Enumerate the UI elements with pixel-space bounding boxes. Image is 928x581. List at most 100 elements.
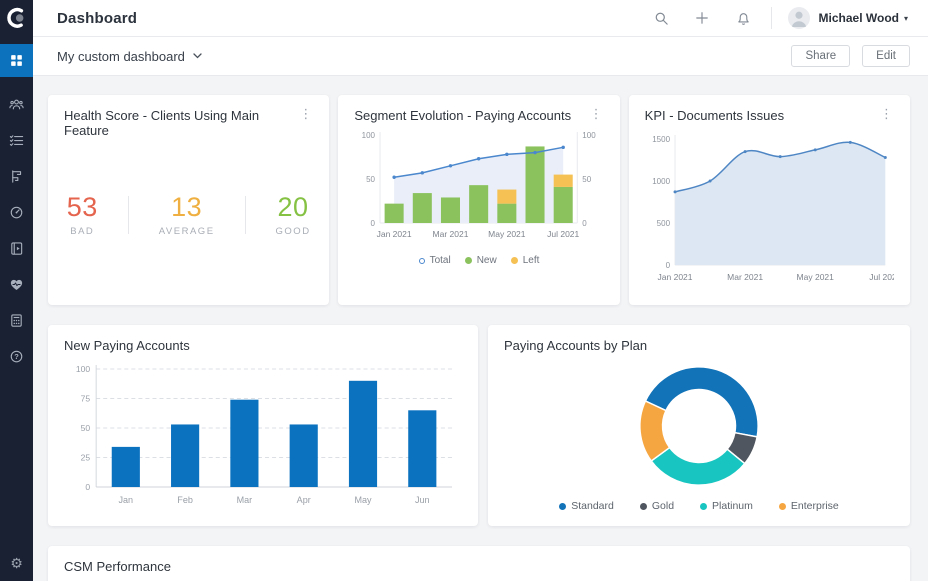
- share-button[interactable]: Share: [791, 45, 851, 67]
- card-csm-performance: CSM Performance: [48, 546, 910, 581]
- metric-bad: 53 BAD: [67, 192, 98, 237]
- dashboard-grid-icon: [11, 55, 22, 66]
- metric-average: 13 AVERAGE: [159, 192, 215, 237]
- sidebar-item-help[interactable]: ?: [9, 349, 24, 364]
- legend-marker: [510, 257, 518, 264]
- card-kpi-documents: KPI - Documents Issues ⋮ 0 500 1000 1500 Jan…: [628, 95, 910, 305]
- svg-text:0: 0: [85, 482, 90, 492]
- svg-text:Jul 2021: Jul 2021: [547, 229, 579, 239]
- svg-text:?: ?: [14, 352, 19, 361]
- metric-value: 13: [171, 192, 203, 222]
- avatar[interactable]: [787, 7, 810, 29]
- metric-value: 53: [66, 192, 98, 222]
- legend-item-gold[interactable]: Gold: [639, 500, 675, 512]
- sidebar-item-health[interactable]: [9, 277, 24, 292]
- legend-marker: [700, 502, 708, 510]
- card-paying-accounts-by-plan: Paying Accounts by Plan Standard Gold Pl…: [488, 325, 910, 526]
- avatar-person-icon: [791, 11, 806, 27]
- legend-item-platinum[interactable]: Platinum: [700, 500, 753, 512]
- bell-icon: [737, 12, 749, 25]
- legend-item-new[interactable]: New: [464, 255, 497, 266]
- user-menu[interactable]: Michael Wood: [819, 11, 899, 25]
- calculator-icon: [11, 314, 22, 327]
- divider: [244, 195, 246, 234]
- svg-text:75: 75: [81, 394, 91, 404]
- kpi-documents-chart: 0 500 1000 1500 Jan 2021 Mar 2021 May 2021 Jul …: [652, 135, 901, 282]
- svg-text:0: 0: [371, 219, 376, 228]
- legend-marker: [778, 502, 786, 510]
- header-divider: [770, 7, 772, 29]
- plans-donut-chart: [639, 366, 759, 486]
- svg-text:Apr: Apr: [297, 495, 311, 505]
- metric-label: BAD: [70, 226, 95, 237]
- playbook-icon: [11, 242, 23, 255]
- sidebar-item-tasks[interactable]: [9, 133, 24, 148]
- edit-button[interactable]: Edit: [862, 45, 910, 67]
- divider: [127, 195, 129, 234]
- svg-text:Jul 2021: Jul 2021: [869, 272, 894, 282]
- add-button[interactable]: [695, 11, 710, 26]
- legend-marker: [464, 257, 472, 264]
- page-title: Dashboard: [57, 9, 138, 27]
- legend-item-enterprise[interactable]: Enterprise: [778, 500, 839, 512]
- svg-text:Mar 2021: Mar 2021: [433, 229, 469, 239]
- svg-text:1000: 1000: [652, 177, 670, 186]
- legend-item-left[interactable]: Left: [510, 255, 540, 266]
- help-icon: ?: [10, 350, 23, 363]
- search-button[interactable]: [654, 11, 669, 26]
- svg-text:0: 0: [583, 219, 588, 228]
- svg-text:100: 100: [76, 364, 91, 374]
- kebab-menu-icon[interactable]: ⋮: [585, 108, 608, 121]
- app-logo[interactable]: [0, 0, 33, 36]
- svg-text:50: 50: [81, 423, 91, 433]
- legend-marker: [418, 257, 425, 264]
- legend-item-standard[interactable]: Standard: [559, 500, 614, 512]
- kebab-menu-icon[interactable]: ⋮: [875, 108, 898, 121]
- sidebar-item-goals[interactable]: [9, 205, 24, 220]
- chart-legend: Total New Left: [354, 255, 603, 266]
- svg-text:100: 100: [583, 131, 597, 140]
- logo-icon: [6, 7, 23, 28]
- svg-text:100: 100: [362, 131, 376, 140]
- sidebar-item-customers[interactable]: [9, 97, 24, 112]
- app-header: Dashboard Michael Wood ▾: [33, 0, 928, 37]
- new-paying-accounts-chart: 0 25 50 75 100 Jan Feb Mar Apr May Jun: [76, 364, 452, 505]
- svg-text:Mar 2021: Mar 2021: [727, 272, 763, 282]
- svg-text:Mar: Mar: [237, 495, 253, 505]
- user-caret-icon[interactable]: ▾: [904, 14, 908, 23]
- sidebar-item-playbooks[interactable]: [9, 241, 24, 256]
- legend-marker: [559, 502, 567, 510]
- legend-label: Standard: [571, 500, 614, 512]
- svg-text:Jan 2021: Jan 2021: [657, 272, 692, 282]
- plus-icon: [696, 12, 708, 24]
- settings-gear-icon: ⚙: [10, 555, 23, 572]
- dashboard-selector[interactable]: My custom dashboard: [57, 49, 202, 64]
- dashboard-toolbar: My custom dashboard Share Edit: [33, 37, 928, 76]
- svg-text:Jan 2021: Jan 2021: [377, 229, 412, 239]
- sidebar-item-settings[interactable]: ⚙: [9, 556, 24, 571]
- card-title: CSM Performance: [64, 559, 171, 574]
- sidebar-item-journeys[interactable]: [9, 169, 24, 184]
- svg-text:Jun: Jun: [415, 495, 430, 505]
- customers-icon: [9, 99, 24, 110]
- card-title: New Paying Accounts: [64, 338, 190, 353]
- search-icon: [655, 12, 668, 25]
- card-title: KPI - Documents Issues: [644, 108, 785, 123]
- svg-text:50: 50: [583, 175, 592, 184]
- svg-text:Feb: Feb: [177, 495, 193, 505]
- legend-label: Total: [429, 255, 451, 266]
- svg-text:25: 25: [81, 453, 91, 463]
- legend-label: New: [476, 255, 497, 266]
- legend-label: Left: [522, 255, 540, 266]
- sidebar-item-dashboards[interactable]: [0, 44, 33, 77]
- svg-text:0: 0: [665, 261, 670, 270]
- kebab-menu-icon[interactable]: ⋮: [294, 108, 317, 121]
- svg-text:May 2021: May 2021: [488, 229, 526, 239]
- notifications-button[interactable]: [736, 11, 751, 26]
- legend-marker: [639, 502, 647, 510]
- legend-item-total[interactable]: Total: [418, 255, 451, 266]
- svg-text:May: May: [354, 495, 372, 505]
- svg-text:50: 50: [366, 175, 375, 184]
- legend-label: Gold: [651, 500, 675, 512]
- sidebar-item-calculations[interactable]: [9, 313, 24, 328]
